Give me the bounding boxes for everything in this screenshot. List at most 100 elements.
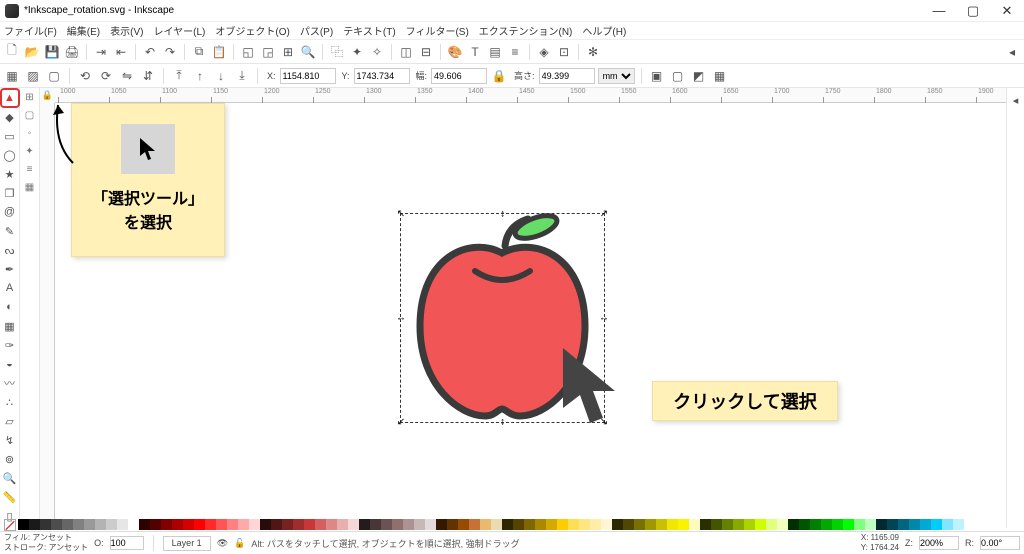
palette-swatch[interactable] (326, 519, 337, 530)
affect-pattern-icon[interactable]: ▦ (711, 67, 729, 85)
affect-stroke-icon[interactable]: ▣ (648, 67, 666, 85)
palette-swatch[interactable] (678, 519, 689, 530)
palette-swatch[interactable] (524, 519, 535, 530)
palette-swatch[interactable] (348, 519, 359, 530)
layer-selector[interactable]: Layer 1 (163, 536, 211, 551)
palette-swatch[interactable] (150, 519, 161, 530)
lower-icon[interactable]: ↓ (212, 67, 230, 85)
tweak-tool[interactable]: 〰 (2, 375, 18, 391)
bezier-tool[interactable]: ᔓ (2, 242, 18, 258)
h-input[interactable] (539, 68, 595, 84)
redo-icon[interactable]: ↷ (161, 43, 179, 61)
palette-swatch[interactable] (183, 519, 194, 530)
palette-swatch[interactable] (887, 519, 898, 530)
copy-icon[interactable]: ⧉ (190, 43, 208, 61)
duplicate-icon[interactable]: ⿻ (328, 43, 346, 61)
menu-object[interactable]: オブジェクト(O) (215, 23, 289, 38)
palette-swatch[interactable] (568, 519, 579, 530)
palette-swatch[interactable] (469, 519, 480, 530)
selector-icon[interactable]: ⊡ (555, 43, 573, 61)
sel-layers-icon[interactable]: ▨ (24, 67, 42, 85)
rotate-ccw-icon[interactable]: ⟲ (76, 67, 94, 85)
spray-tool[interactable]: ∴ (2, 394, 18, 410)
palette-swatch[interactable] (612, 519, 623, 530)
w-input[interactable] (431, 68, 487, 84)
snap-align-icon[interactable]: ≡ (23, 162, 37, 176)
menu-layer[interactable]: レイヤー(L) (153, 23, 205, 38)
palette-swatch[interactable] (623, 519, 634, 530)
visibility-icon[interactable]: 👁 (217, 538, 228, 549)
palette-swatch[interactable] (95, 519, 106, 530)
palette-swatch[interactable] (502, 519, 513, 530)
palette-swatch[interactable] (656, 519, 667, 530)
paintbucket-tool[interactable]: ◒ (2, 356, 18, 372)
affect-gradient-icon[interactable]: ◩ (690, 67, 708, 85)
clone-icon[interactable]: ✦ (348, 43, 366, 61)
ellipse-tool[interactable]: ◯ (2, 147, 18, 163)
connector-tool[interactable]: ↯ (2, 432, 18, 448)
measure-tool[interactable]: 📏 (2, 489, 18, 505)
palette-swatch[interactable] (337, 519, 348, 530)
palette-swatch[interactable] (370, 519, 381, 530)
opacity-input[interactable] (110, 536, 144, 550)
palette-swatch[interactable] (29, 519, 40, 530)
sel-all-icon[interactable]: ▦ (3, 67, 21, 85)
canvas[interactable]: 「選択ツール」 を選択 ↖ ↕ ↗ ↔ ↔ ↙ ↕ ↘ (55, 103, 1006, 528)
ungroup-icon[interactable]: ⊟ (417, 43, 435, 61)
lock-ratio-icon[interactable]: 🔒 (490, 67, 508, 85)
zoom-tool[interactable]: 🔍 (2, 470, 18, 486)
palette-swatch[interactable] (106, 519, 117, 530)
palette-swatch[interactable] (249, 519, 260, 530)
palette-swatch[interactable] (744, 519, 755, 530)
palette-swatch[interactable] (403, 519, 414, 530)
palette-swatch[interactable] (876, 519, 887, 530)
deselect-icon[interactable]: ▢ (45, 67, 63, 85)
palette-swatch[interactable] (667, 519, 678, 530)
export-icon[interactable]: ⇤ (112, 43, 130, 61)
palette-swatch[interactable] (513, 519, 524, 530)
palette-swatch[interactable] (425, 519, 436, 530)
snap-grid-icon[interactable]: ▦ (23, 180, 37, 194)
palette-swatch[interactable] (865, 519, 876, 530)
gradient-tool[interactable]: ◐ (2, 299, 18, 315)
star-tool[interactable]: ★ (2, 166, 18, 182)
palette-swatch[interactable] (755, 519, 766, 530)
minimize-button[interactable]: — (922, 0, 956, 22)
snap-bbox-icon[interactable]: ▢ (23, 108, 37, 122)
palette-swatch[interactable] (216, 519, 227, 530)
palette-none-swatch[interactable] (4, 519, 16, 531)
palette-swatch[interactable] (689, 519, 700, 530)
palette-swatch[interactable] (854, 519, 865, 530)
snap-enable-icon[interactable]: ⊞ (23, 90, 37, 104)
menu-file[interactable]: ファイル(F) (4, 23, 57, 38)
palette-swatch[interactable] (458, 519, 469, 530)
menu-path[interactable]: パス(P) (300, 23, 333, 38)
palette-swatch[interactable] (161, 519, 172, 530)
lock-layer-icon[interactable]: 🔓 (234, 538, 245, 549)
handle-w[interactable]: ↔ (396, 313, 406, 324)
spiral-tool[interactable]: @ (2, 204, 18, 220)
open-icon[interactable]: 📂 (23, 43, 41, 61)
3dbox-tool[interactable]: ❒ (2, 185, 18, 201)
palette-swatch[interactable] (172, 519, 183, 530)
raise-icon[interactable]: ↑ (191, 67, 209, 85)
palette-swatch[interactable] (832, 519, 843, 530)
panel-toggle-icon[interactable]: ◂ (1003, 43, 1021, 61)
prefs-icon[interactable]: ✻ (584, 43, 602, 61)
save-icon[interactable]: 💾 (43, 43, 61, 61)
unit-select[interactable]: mm (598, 68, 635, 84)
palette-swatch[interactable] (128, 519, 139, 530)
palette-swatch[interactable] (293, 519, 304, 530)
text-tool[interactable]: A (2, 280, 18, 296)
palette-swatch[interactable] (601, 519, 612, 530)
zoom-icon[interactable]: 🔍 (299, 43, 317, 61)
raise-top-icon[interactable]: ⤒ (170, 67, 188, 85)
palette-swatch[interactable] (931, 519, 942, 530)
eraser-tool[interactable]: ▱ (2, 413, 18, 429)
menu-bar[interactable]: ファイル(F) 編集(E) 表示(V) レイヤー(L) オブジェクト(O) パス… (0, 22, 1024, 40)
dropper-tool[interactable]: ✑ (2, 337, 18, 353)
palette-swatch[interactable] (821, 519, 832, 530)
palette-swatch[interactable] (73, 519, 84, 530)
xml-icon[interactable]: ▤ (486, 43, 504, 61)
palette-swatch[interactable] (414, 519, 425, 530)
